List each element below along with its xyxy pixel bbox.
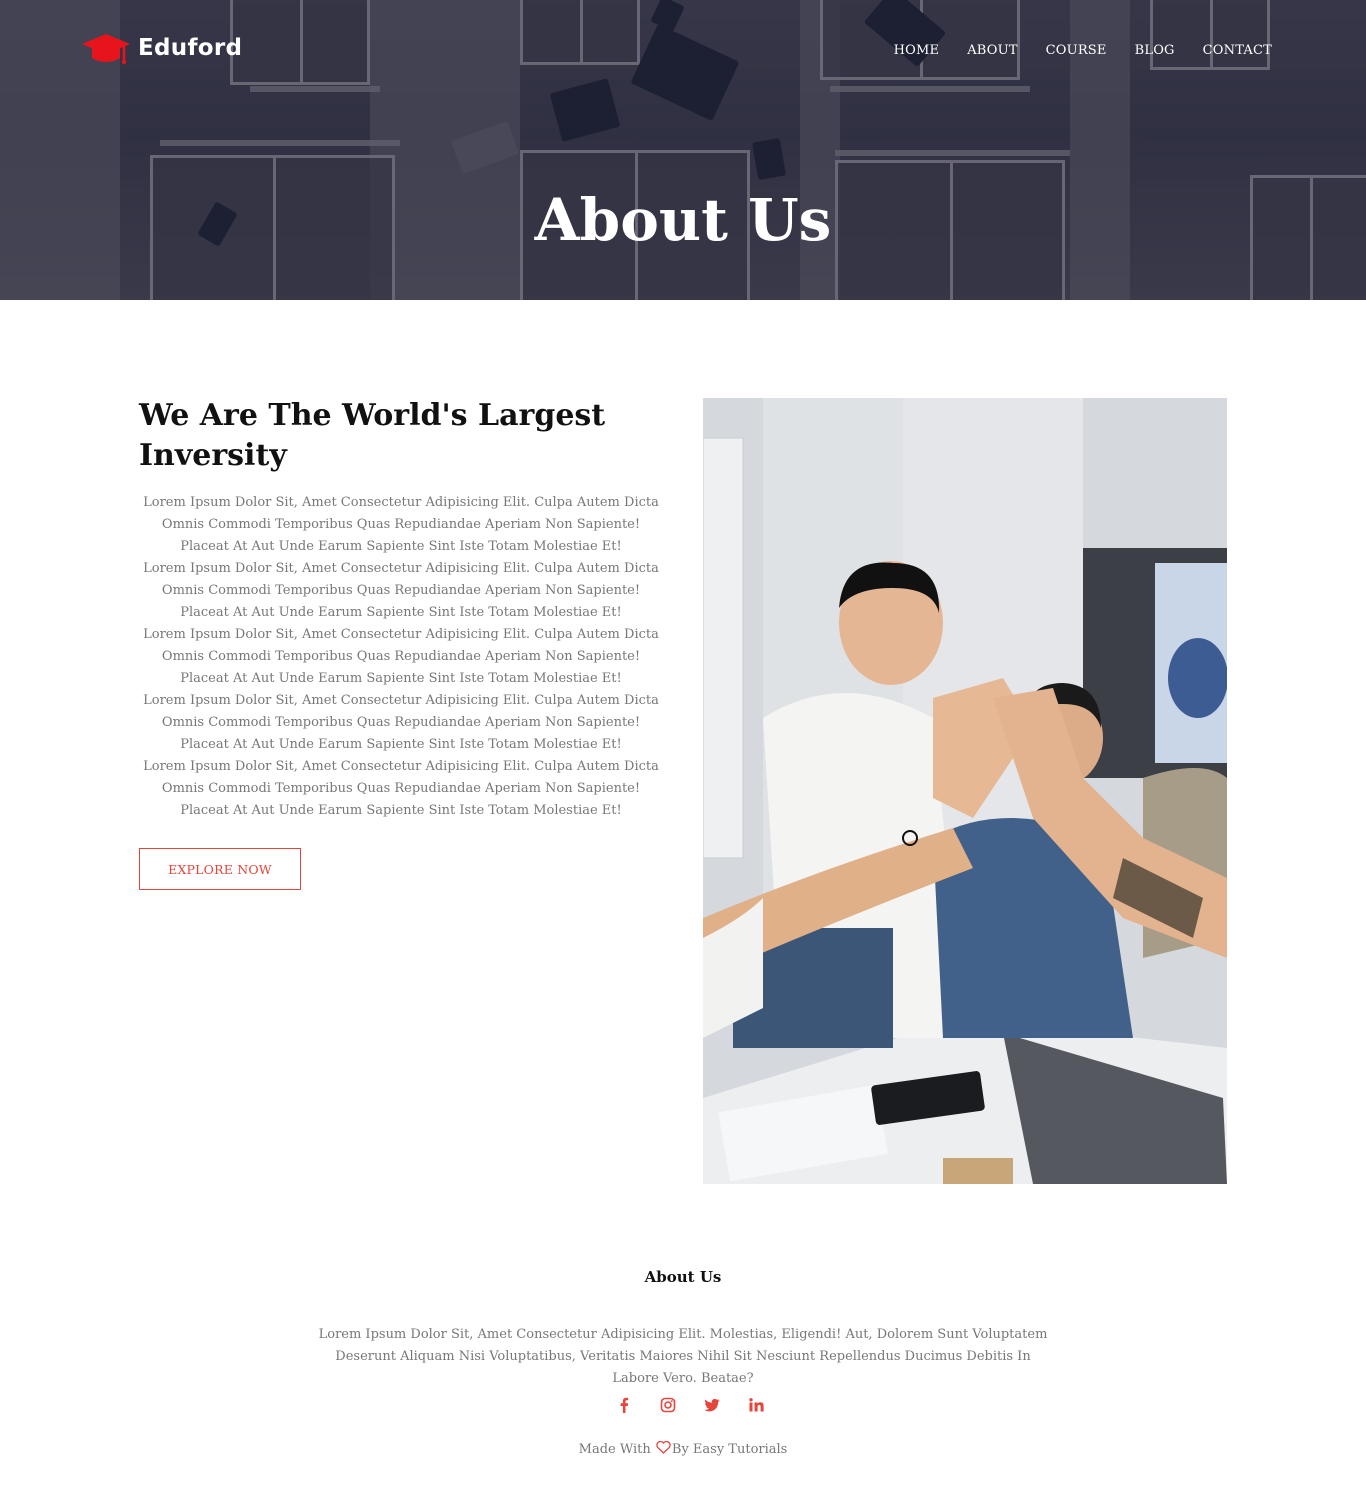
graduation-cap-icon bbox=[82, 34, 130, 65]
about-paragraph: Lorem Ipsum Dolor Sit, Amet Consectetur … bbox=[143, 693, 659, 752]
nav-course[interactable]: COURSE bbox=[1046, 43, 1107, 58]
instagram-icon[interactable] bbox=[657, 1394, 679, 1416]
nav-contact[interactable]: CONTACT bbox=[1203, 43, 1272, 58]
nav-home[interactable]: HOME bbox=[894, 43, 940, 58]
credit-suffix: By Easy Tutorials bbox=[671, 1442, 788, 1457]
about-heading: We Are The World's Largest Inversity bbox=[139, 398, 606, 473]
footer-description: Lorem Ipsum Dolor Sit, Amet Consectetur … bbox=[318, 1327, 1048, 1386]
facebook-icon[interactable] bbox=[613, 1394, 635, 1416]
twitter-icon[interactable] bbox=[701, 1394, 723, 1416]
explore-now-button[interactable]: EXPLORE NOW bbox=[139, 848, 301, 890]
about-paragraph: Lorem Ipsum Dolor Sit, Amet Consectetur … bbox=[143, 561, 659, 620]
linkedin-icon[interactable] bbox=[745, 1394, 767, 1416]
about-text-block: Lorem Ipsum Dolor Sit, Amet Consectetur … bbox=[139, 492, 663, 822]
footer-credit: Made With By Easy Tutorials bbox=[0, 1441, 1366, 1457]
heart-icon bbox=[656, 1441, 671, 1454]
main-navigation: HOME ABOUT COURSE BLOG CONTACT bbox=[894, 43, 1272, 58]
about-paragraph: Lorem Ipsum Dolor Sit, Amet Consectetur … bbox=[143, 627, 659, 686]
page-title: About Us bbox=[534, 186, 832, 254]
hero-banner: Eduford HOME ABOUT COURSE BLOG CONTACT A… bbox=[0, 0, 1366, 300]
about-paragraph: Lorem Ipsum Dolor Sit, Amet Consectetur … bbox=[143, 495, 659, 554]
team-high-five-photo bbox=[703, 398, 1227, 1184]
footer-title: About Us bbox=[644, 1268, 722, 1286]
nav-about[interactable]: ABOUT bbox=[967, 43, 1017, 58]
credit-prefix: Made With bbox=[578, 1442, 651, 1457]
social-links bbox=[0, 1394, 1366, 1416]
brand-logo[interactable]: Eduford bbox=[80, 28, 242, 68]
team-photo-illustration bbox=[703, 398, 1227, 1184]
nav-blog[interactable]: BLOG bbox=[1135, 43, 1175, 58]
about-paragraph: Lorem Ipsum Dolor Sit, Amet Consectetur … bbox=[143, 759, 659, 818]
brand-name: Eduford bbox=[138, 35, 243, 61]
